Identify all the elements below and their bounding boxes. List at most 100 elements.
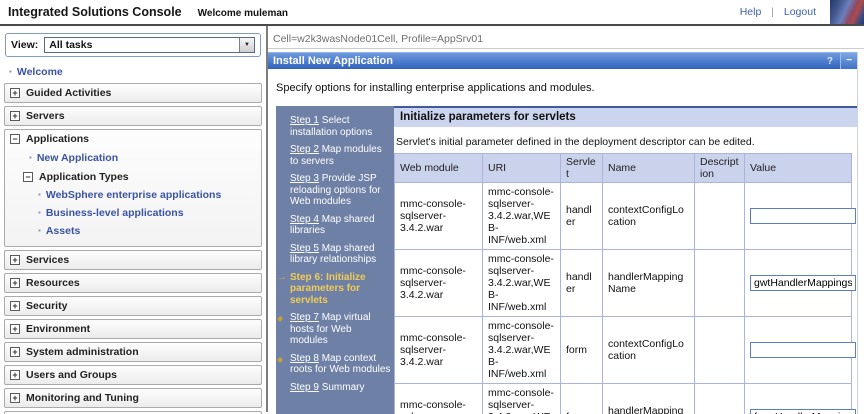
page-body: View: All tasks ▼ ▪ Welcome + Guided Act…	[0, 26, 864, 412]
sidebar-section-users-and-groups[interactable]: + Users and Groups	[4, 365, 262, 385]
column-header-name: Name	[603, 154, 695, 183]
sidebar-subtree-application-types[interactable]: − Application Types	[23, 171, 256, 183]
bullet-icon: ▪	[38, 191, 41, 199]
section-label: Services	[26, 254, 69, 266]
bullet-icon: ▪	[38, 209, 41, 217]
expand-icon[interactable]: +	[10, 301, 20, 311]
step-link[interactable]: Step 6:	[290, 272, 323, 283]
cell-name: contextConfigLocation	[603, 183, 695, 250]
sidebar-section-services[interactable]: + Services	[4, 250, 262, 270]
breadcrumb: Cell=w2k3wasNode01Cell, Profile=AppSrv01	[268, 26, 864, 49]
sidebar-section-monitoring-and-tuning[interactable]: + Monitoring and Tuning	[4, 388, 262, 408]
expand-icon[interactable]: +	[10, 88, 20, 98]
cell-servlet: form	[561, 317, 603, 384]
wizard: Step 1 Select installation options Step …	[276, 106, 857, 414]
wizard-step-3[interactable]: Step 3 Provide JSP reloading options for…	[290, 173, 391, 208]
step-content-area: Initialize parameters for servlets Servl…	[394, 106, 857, 414]
intro-text: Specify options for installing enterpris…	[276, 82, 857, 94]
wizard-step-2[interactable]: Step 2 Map modules to servers	[290, 144, 391, 167]
expand-icon[interactable]: +	[10, 393, 20, 403]
cell-servlet: handler	[561, 183, 603, 250]
expand-icon[interactable]: +	[10, 347, 20, 357]
panel-minimize-icon[interactable]: −	[840, 53, 857, 69]
cell-uri: mmc-console-sqlserver-3.4.2.war,WEB-INF/…	[483, 384, 561, 414]
sidebar-item-websphere-enterprise-applications[interactable]: ▪ WebSphere enterprise applications	[38, 189, 256, 201]
step-link[interactable]: Step 2	[290, 144, 319, 155]
cell-servlet: form	[561, 384, 603, 414]
section-label: Monitoring and Tuning	[26, 392, 139, 404]
sidebar-section-servers[interactable]: + Servers	[4, 106, 262, 126]
sidebar-item-label[interactable]: New Application	[37, 152, 118, 164]
link-separator: |	[771, 6, 774, 18]
sidebar-item-label[interactable]: Welcome	[17, 66, 63, 78]
panel-help-icon[interactable]: ?	[820, 56, 840, 67]
table-row: mmc-console-sqlserver-3.4.2.war mmc-cons…	[395, 317, 852, 384]
dropdown-arrow-icon[interactable]: ▼	[239, 38, 254, 52]
logout-link[interactable]: Logout	[784, 6, 816, 18]
sidebar-item-label[interactable]: Business-level applications	[46, 207, 184, 219]
table-row: mmc-console-sqlserver-3.4.2.war mmc-cons…	[395, 384, 852, 414]
welcome-user-text: Welcome muleman	[198, 8, 288, 19]
sidebar-section-applications: − Applications ▪ New Application − Appli…	[4, 129, 262, 247]
expand-icon[interactable]: +	[10, 255, 20, 265]
sidebar-item-assets[interactable]: ▪ Assets	[38, 225, 256, 237]
cell-web-module: mmc-console-sqlserver-3.4.2.war	[395, 183, 483, 250]
wizard-step-9[interactable]: Step 9 Summary	[290, 382, 391, 394]
view-select[interactable]: All tasks ▼	[44, 37, 255, 53]
sidebar-item-label[interactable]: WebSphere enterprise applications	[46, 189, 221, 201]
step-link[interactable]: Step 5	[290, 243, 319, 254]
sidebar-section-security[interactable]: + Security	[4, 296, 262, 316]
section-header-applications[interactable]: − Applications	[10, 133, 256, 145]
value-input[interactable]	[750, 275, 856, 291]
sidebar-section-guided-activities[interactable]: + Guided Activities	[4, 83, 262, 103]
step-link[interactable]: Step 1	[290, 115, 319, 126]
step-link[interactable]: Step 4	[290, 214, 319, 225]
expand-icon[interactable]: +	[10, 370, 20, 380]
step-marker-icon: ◆	[277, 354, 283, 366]
step-link[interactable]: Step 3	[290, 173, 319, 184]
servlet-parameters-table: Web module URI Servlet Name Description …	[394, 153, 852, 414]
section-label: System administration	[26, 346, 139, 358]
wizard-step-4[interactable]: Step 4 Map shared libraries	[290, 214, 391, 237]
sidebar-section-environment[interactable]: + Environment	[4, 319, 262, 339]
value-input[interactable]	[750, 342, 856, 358]
value-input[interactable]	[750, 409, 856, 414]
cell-description	[695, 317, 745, 384]
view-label: View:	[11, 39, 38, 51]
table-header-row: Web module URI Servlet Name Description …	[395, 154, 852, 183]
wizard-step-1[interactable]: Step 1 Select installation options	[290, 115, 391, 138]
wizard-step-8[interactable]: ◆ Step 8 Map context roots for Web modul…	[290, 353, 391, 376]
page-title: Install New Application	[273, 55, 820, 67]
sidebar-item-welcome[interactable]: ▪ Welcome	[0, 63, 266, 83]
wizard-step-6-current[interactable]: → Step 6: Initialize parameters for serv…	[290, 272, 391, 307]
wizard-step-7[interactable]: ◆ Step 7 Map virtual hosts for Web modul…	[290, 312, 391, 347]
expand-icon[interactable]: +	[10, 278, 20, 288]
step-link[interactable]: Step 8	[290, 353, 319, 364]
bullet-icon: ▪	[9, 68, 12, 76]
bullet-icon: ▪	[29, 154, 32, 162]
section-title: Initialize parameters for servlets	[394, 106, 857, 127]
sidebar-section-system-administration[interactable]: + System administration	[4, 342, 262, 362]
collapse-icon[interactable]: −	[10, 134, 20, 144]
panel-content: Specify options for installing enterpris…	[268, 69, 857, 414]
step-link[interactable]: Step 7	[290, 312, 319, 323]
step-label: Summary	[322, 382, 365, 393]
sidebar-item-new-application[interactable]: ▪ New Application	[29, 152, 256, 164]
wizard-step-5[interactable]: Step 5 Map shared library relationships	[290, 243, 391, 266]
help-link[interactable]: Help	[740, 6, 762, 18]
value-input[interactable]	[750, 208, 856, 224]
cell-web-module: mmc-console-sqlserver-3.4.2.war	[395, 384, 483, 414]
cell-name: contextConfigLocation	[603, 317, 695, 384]
expand-icon[interactable]: +	[10, 111, 20, 121]
column-header-web-module: Web module	[395, 154, 483, 183]
cell-value	[745, 384, 852, 414]
section-label: Servers	[26, 110, 65, 122]
step-link[interactable]: Step 9	[290, 382, 319, 393]
sidebar-item-label[interactable]: Assets	[46, 225, 80, 237]
collapse-icon[interactable]: −	[23, 172, 33, 182]
ibm-banner-graphic	[830, 0, 864, 24]
expand-icon[interactable]: +	[10, 324, 20, 334]
section-label: Security	[26, 300, 67, 312]
sidebar-item-business-level-applications[interactable]: ▪ Business-level applications	[38, 207, 256, 219]
sidebar-section-resources[interactable]: + Resources	[4, 273, 262, 293]
